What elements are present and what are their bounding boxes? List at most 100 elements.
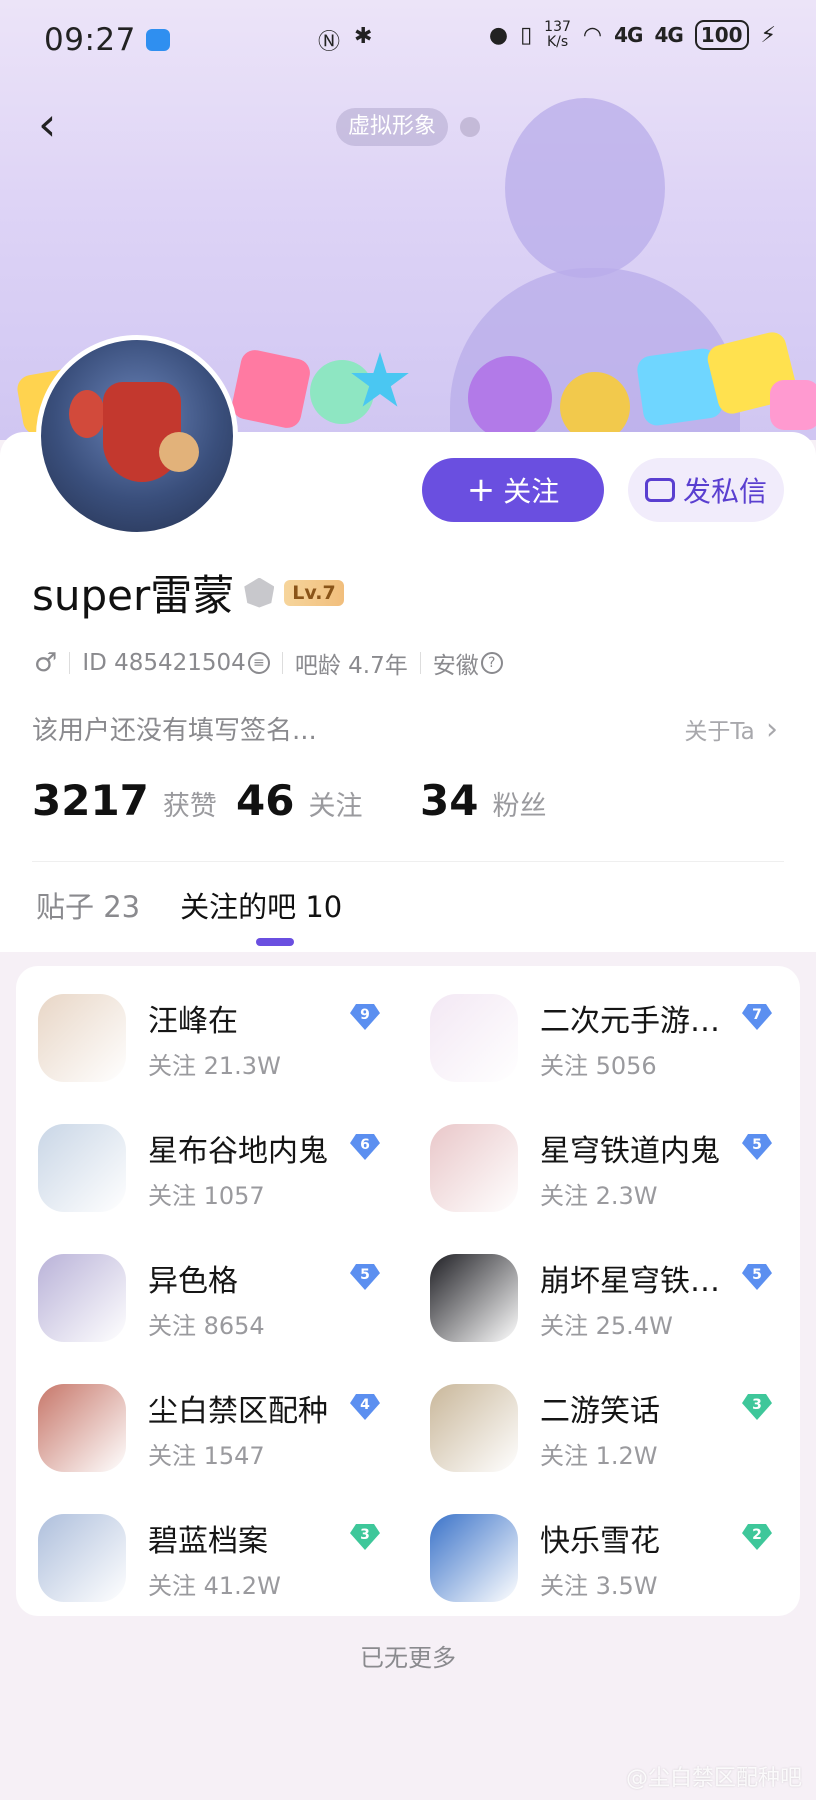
bar-followers: 关注 25.4W xyxy=(540,1312,673,1340)
copy-id-icon[interactable]: ≡ xyxy=(247,652,270,674)
bar-list-item[interactable]: 尘白禁区配种 关注 1547 4 xyxy=(16,1366,408,1496)
bar-name: 尘白禁区配种 xyxy=(148,1394,328,1429)
bar-name: 异色格 xyxy=(148,1264,238,1299)
bar-list-item[interactable]: 星穹铁道内鬼 关注 2.3W 5 xyxy=(408,1106,800,1236)
bar-thumbnail xyxy=(38,1384,126,1472)
divider xyxy=(32,861,784,862)
level-badge[interactable]: Lv.7 xyxy=(284,579,344,606)
bar-level-diamond-icon: 7 xyxy=(742,1004,772,1030)
bar-followers: 关注 21.3W xyxy=(148,1052,281,1080)
username: super雷蒙 xyxy=(32,571,235,620)
profile-meta: ♂ ID 485421504 ≡ 吧龄 4.7年 安徽 ? xyxy=(34,646,503,680)
bar-list-item[interactable]: 星布谷地内鬼 关注 1057 6 xyxy=(16,1106,408,1236)
bar-name: 碧蓝档案 xyxy=(148,1524,268,1559)
bluetooth-icon: ✱ xyxy=(354,24,373,49)
follow-button[interactable]: + 关注 xyxy=(422,458,604,522)
mail-icon xyxy=(644,478,675,502)
location: 安徽 xyxy=(432,653,479,679)
bar-name: 星布谷地内鬼 xyxy=(148,1134,328,1169)
bar-followers: 关注 1547 xyxy=(148,1442,265,1470)
status-right-icons: ● ▯ 137 K/s ◠ 4G 4G 100 ⚡ xyxy=(489,20,776,50)
bar-list-item[interactable]: 异色格关注 8654 5 xyxy=(16,1236,408,1366)
chip-dot xyxy=(460,117,480,137)
bar-name: 星穹铁道内鬼 xyxy=(540,1134,720,1169)
bar-thumbnail xyxy=(38,1254,126,1342)
stat-likes[interactable]: 3217 获赞 xyxy=(32,776,236,825)
bar-level-diamond-icon: 9 xyxy=(350,1004,380,1030)
tab-posts[interactable]: 贴子 23 xyxy=(36,884,140,926)
bar-thumbnail xyxy=(430,1384,518,1472)
plus-icon: + xyxy=(466,470,496,510)
bar-name: 二游笑话 xyxy=(540,1394,660,1429)
bar-level-diamond-icon: 5 xyxy=(742,1134,772,1160)
bar-age: 吧龄 4.7年 xyxy=(294,653,408,679)
bar-followers: 关注 1.2W xyxy=(540,1442,658,1470)
about-link-label: 关于Ta xyxy=(684,719,755,745)
bar-level-diamond-icon: 5 xyxy=(742,1264,772,1290)
fans-label: 粉丝 xyxy=(492,791,547,822)
bar-thumbnail xyxy=(38,994,126,1082)
profile-tabs: 贴子 23 关注的吧 10 xyxy=(36,884,342,926)
likes-label: 获赞 xyxy=(162,791,217,822)
bar-followers: 关注 41.2W xyxy=(148,1572,281,1600)
divider xyxy=(69,652,71,674)
bar-followers: 关注 5056 xyxy=(540,1052,657,1080)
network-speed: 137 K/s xyxy=(544,20,571,50)
bar-followers: 关注 8654 xyxy=(148,1312,265,1340)
stat-fans[interactable]: 34 粉丝 xyxy=(420,776,546,825)
tab-followed-bars[interactable]: 关注的吧 10 xyxy=(180,884,342,926)
bar-level-diamond-icon: 3 xyxy=(350,1524,380,1550)
bar-thumbnail xyxy=(38,1514,126,1602)
username-row: super雷蒙 Lv.7 xyxy=(32,562,344,623)
divider xyxy=(281,652,283,674)
message-notification-icon xyxy=(145,29,170,51)
help-icon[interactable]: ? xyxy=(480,652,503,674)
wifi-icon: ◠ xyxy=(582,22,603,48)
signature: 该用户还没有填写签名... xyxy=(32,716,317,746)
battery-indicator: 100 xyxy=(694,20,749,50)
virtual-avatar-silhouette-head xyxy=(505,98,665,278)
decoration-shape xyxy=(310,360,374,424)
send-message-button[interactable]: 发私信 xyxy=(628,458,784,522)
stat-following[interactable]: 46 关注 xyxy=(236,776,420,825)
bar-name: 汪峰在 xyxy=(148,1004,238,1039)
honor-badge-icon[interactable] xyxy=(244,577,275,608)
avatar[interactable] xyxy=(36,335,238,537)
bar-list-item[interactable]: 快乐雪花 关注 3.5W 2 xyxy=(408,1496,800,1626)
bar-thumbnail xyxy=(430,994,518,1082)
network-speed-value: 137 xyxy=(544,19,571,35)
about-link[interactable]: 关于Ta › xyxy=(684,712,778,747)
profile-stats: 3217 获赞 46 关注 34 粉丝 xyxy=(32,776,546,825)
bar-name: 崩坏星穹铁… xyxy=(540,1264,720,1299)
signal-1: 4G xyxy=(614,23,643,47)
bar-list-item[interactable]: 崩坏星穹铁… 关注 25.4W 5 xyxy=(408,1236,800,1366)
nfc-icon: Ⓝ xyxy=(318,30,341,55)
bar-name: 二次元手游… xyxy=(540,1004,720,1039)
virtual-avatar-chip[interactable]: 虚拟形象 xyxy=(336,108,449,146)
chevron-right-icon: › xyxy=(766,712,778,747)
no-more-text: 已无更多 xyxy=(360,1644,456,1672)
bar-thumbnail xyxy=(38,1124,126,1212)
fans-count: 34 xyxy=(420,776,479,825)
gender-male-icon: ♂ xyxy=(34,648,58,678)
back-button[interactable]: ‹ xyxy=(38,101,78,150)
follow-button-label: 关注 xyxy=(503,475,560,508)
decoration-shape xyxy=(770,380,816,430)
bar-list-item[interactable]: 碧蓝档案关注 41.2W 3 xyxy=(16,1496,408,1626)
likes-count: 3217 xyxy=(32,776,149,825)
bar-name: 快乐雪花 xyxy=(540,1524,660,1559)
status-time: 09:27 xyxy=(44,22,136,58)
bar-followers: 关注 1057 xyxy=(148,1182,265,1210)
bar-level-diamond-icon: 5 xyxy=(350,1264,380,1290)
user-id: ID 485421504 xyxy=(82,650,246,676)
network-speed-unit: K/s xyxy=(546,34,569,50)
tab-indicator xyxy=(256,938,294,946)
send-message-label: 发私信 xyxy=(682,475,767,508)
bar-list-item[interactable]: 汪峰在关注 21.3W 9 xyxy=(16,976,408,1106)
bar-list-item[interactable]: 二游笑话 关注 1.2W 3 xyxy=(408,1366,800,1496)
vibrate-icon: ▯ xyxy=(520,22,533,48)
decoration-shape xyxy=(229,347,313,431)
bar-thumbnail xyxy=(430,1514,518,1602)
bar-list-item[interactable]: 二次元手游… 关注 5056 7 xyxy=(408,976,800,1106)
bar-level-diamond-icon: 2 xyxy=(742,1524,772,1550)
